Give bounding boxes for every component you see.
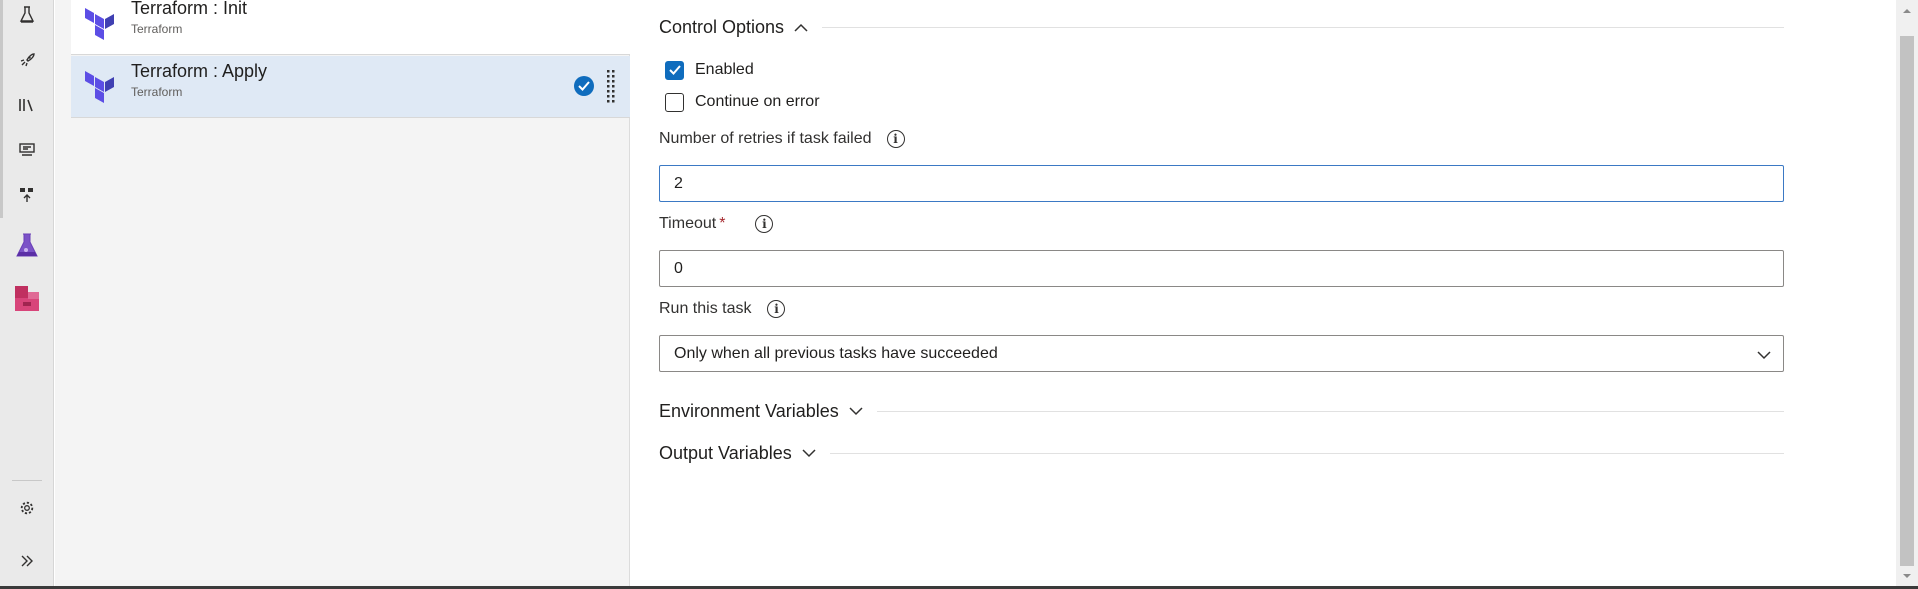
nav-rail [0, 0, 54, 589]
retries-value: 2 [674, 174, 683, 192]
section-divider [876, 410, 1784, 412]
artifacts-icon[interactable] [12, 283, 42, 313]
task-subtitle: Terraform [131, 22, 183, 36]
task-subtitle: Terraform [131, 85, 183, 99]
task-groups-icon[interactable] [12, 180, 42, 210]
chevron-down-icon [802, 446, 816, 460]
timeout-label-row: Timeout * i [659, 213, 774, 235]
test-flask-icon[interactable] [12, 230, 42, 260]
vertical-scrollbar[interactable] [1896, 0, 1918, 589]
task-settings-form: Control Options Enabled Continue on erro… [659, 0, 1784, 589]
environment-variables-header[interactable]: Environment Variables [659, 396, 1784, 426]
section-divider [822, 26, 1784, 28]
test-plans-icon[interactable] [12, 0, 42, 30]
retries-input[interactable]: 2 [659, 165, 1784, 202]
info-icon[interactable]: i [767, 300, 786, 318]
section-title: Control Options [659, 16, 785, 37]
chevron-up-icon [794, 20, 808, 34]
continue-on-error-label: Continue on error [695, 93, 820, 110]
scroll-up-arrow-icon[interactable] [1902, 6, 1912, 16]
task-name: Terraform : Init [131, 0, 248, 18]
control-options-header[interactable]: Control Options [659, 12, 1784, 42]
task-item-terraform-apply[interactable]: Terraform : Apply Terraform [71, 56, 630, 118]
pipelines-icon[interactable] [12, 45, 42, 75]
task-item-terraform-init[interactable]: Terraform : Init Terraform [71, 0, 630, 55]
chevron-down-icon [849, 404, 863, 418]
settings-gear-icon[interactable] [12, 493, 42, 523]
task-list-panel: Terraform : Init Terraform Terraform : A… [55, 0, 630, 589]
enabled-label: Enabled [695, 61, 754, 78]
enabled-checkbox[interactable] [665, 60, 684, 80]
nav-rail-divider [12, 480, 42, 481]
run-task-label: Run this task [659, 300, 752, 317]
terraform-logo-icon [85, 71, 114, 103]
library-icon[interactable] [12, 90, 42, 120]
run-task-label-row: Run this task i [659, 298, 786, 320]
scrollbar-thumb[interactable] [1900, 36, 1914, 566]
task-name: Terraform : Apply [131, 61, 268, 81]
run-task-selected-value: Only when all previous tasks have succee… [674, 344, 998, 362]
retries-label: Number of retries if task failed [659, 130, 872, 147]
section-title: Environment Variables [659, 400, 839, 421]
expand-chevrons-icon[interactable] [12, 546, 42, 576]
output-variables-header[interactable]: Output Variables [659, 438, 1784, 468]
timeout-label: Timeout [659, 215, 717, 232]
info-icon[interactable]: i [755, 215, 774, 233]
continue-on-error-checkbox[interactable] [665, 92, 684, 112]
terraform-logo-icon [85, 8, 114, 40]
drag-handle-icon[interactable] [606, 70, 616, 104]
nav-rail-indicator [0, 0, 3, 218]
timeout-value: 0 [674, 259, 683, 277]
chevron-down-icon [1757, 347, 1771, 365]
selected-check-icon [574, 76, 594, 96]
scroll-down-arrow-icon[interactable] [1902, 571, 1912, 581]
retries-label-row: Number of retries if task failed i [659, 128, 905, 150]
run-task-dropdown[interactable]: Only when all previous tasks have succee… [659, 335, 1784, 372]
section-divider [829, 452, 1784, 454]
timeout-input[interactable]: 0 [659, 250, 1784, 287]
info-icon[interactable]: i [886, 130, 905, 148]
deployment-groups-icon[interactable] [12, 135, 42, 165]
section-title: Output Variables [659, 442, 792, 463]
continue-on-error-checkbox-row[interactable]: Continue on error [665, 90, 820, 114]
required-marker: * [719, 215, 726, 232]
app-root: Terraform : Init Terraform Terraform : A… [0, 0, 1918, 589]
enabled-checkbox-row[interactable]: Enabled [665, 58, 754, 82]
